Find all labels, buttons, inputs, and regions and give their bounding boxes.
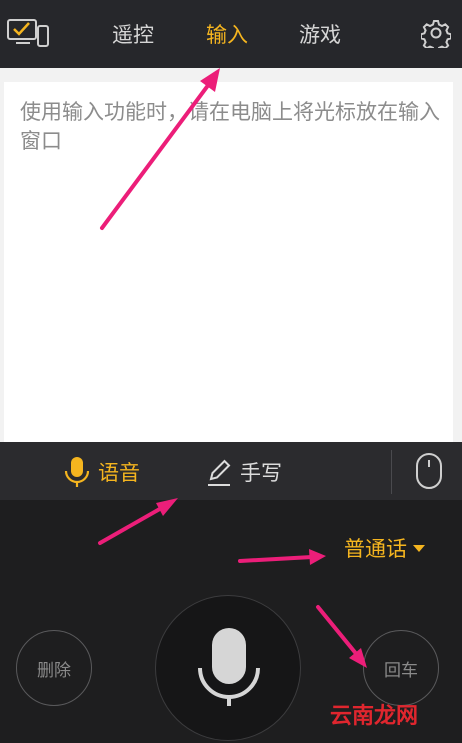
handwrite-mode-button[interactable]: 手写 xyxy=(206,456,282,488)
tab-remote[interactable]: 遥控 xyxy=(112,19,154,49)
input-mode-bar: 语音 手写 xyxy=(0,442,462,500)
voice-record-button[interactable] xyxy=(155,595,301,741)
mode-divider xyxy=(391,450,392,494)
enter-button[interactable]: 回车 xyxy=(363,630,439,706)
delete-button[interactable]: 删除 xyxy=(16,630,92,706)
microphone-icon xyxy=(64,457,90,487)
watermark: 云南龙网 xyxy=(330,704,419,729)
language-select[interactable]: 普通话 xyxy=(344,533,425,563)
tab-input[interactable]: 输入 xyxy=(206,19,248,49)
input-placeholder: 使用输入功能时，请在电脑上将光标放在输入窗口 xyxy=(20,100,440,153)
tab-games[interactable]: 游戏 xyxy=(299,19,341,49)
pencil-icon xyxy=(208,459,231,486)
enter-label: 回车 xyxy=(384,660,418,681)
chevron-down-icon xyxy=(413,544,425,552)
mouse-icon[interactable] xyxy=(414,452,444,490)
gear-icon[interactable] xyxy=(421,18,451,48)
microphone-icon xyxy=(198,628,260,706)
voice-mode-button[interactable]: 语音 xyxy=(64,456,140,488)
device-switch-icon[interactable] xyxy=(6,18,50,48)
voice-mode-label: 语音 xyxy=(98,461,140,485)
delete-label: 删除 xyxy=(37,660,71,681)
text-input-area[interactable]: 使用输入功能时，请在电脑上将光标放在输入窗口 xyxy=(0,68,462,496)
top-bar: 遥控 输入 游戏 xyxy=(0,0,462,68)
language-label: 普通话 xyxy=(344,537,407,561)
handwrite-mode-label: 手写 xyxy=(240,461,282,485)
